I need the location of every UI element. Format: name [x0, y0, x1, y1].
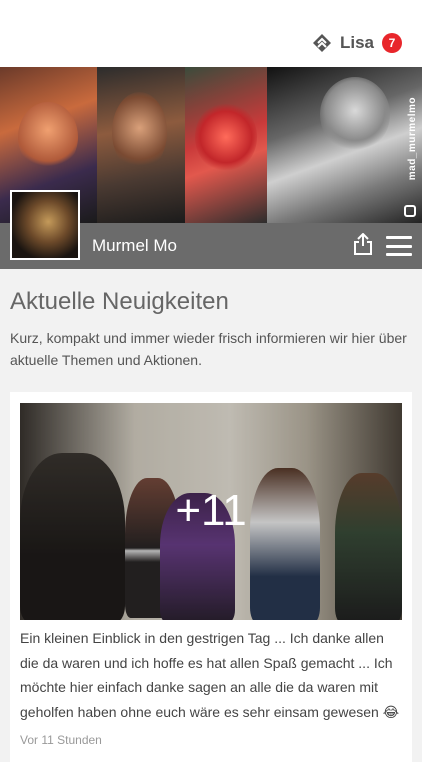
section-intro: Kurz, kompakt und immer wieder frisch in…	[10, 330, 407, 368]
post-timestamp: Vor 11 Stunden	[20, 733, 102, 747]
profile-avatar[interactable]	[10, 190, 80, 260]
hamburger-menu-icon[interactable]	[386, 236, 412, 256]
user-name[interactable]: Lisa	[340, 33, 374, 53]
share-icon[interactable]	[352, 233, 374, 255]
profile-name: Murmel Mo	[92, 236, 178, 255]
user-menu[interactable]: Lisa 7	[312, 33, 402, 53]
more-photos-count[interactable]: +11	[20, 486, 402, 536]
section-title: Aktuelle Neuigkeiten	[10, 288, 229, 315]
cover-watermark: mad_murmelmo	[407, 97, 418, 181]
notification-badge[interactable]: 7	[382, 33, 402, 53]
app-logo-icon	[312, 34, 331, 52]
post-text: Ein kleinen Einblick in den gestrigen Ta…	[20, 630, 400, 720]
instagram-icon	[404, 205, 416, 217]
